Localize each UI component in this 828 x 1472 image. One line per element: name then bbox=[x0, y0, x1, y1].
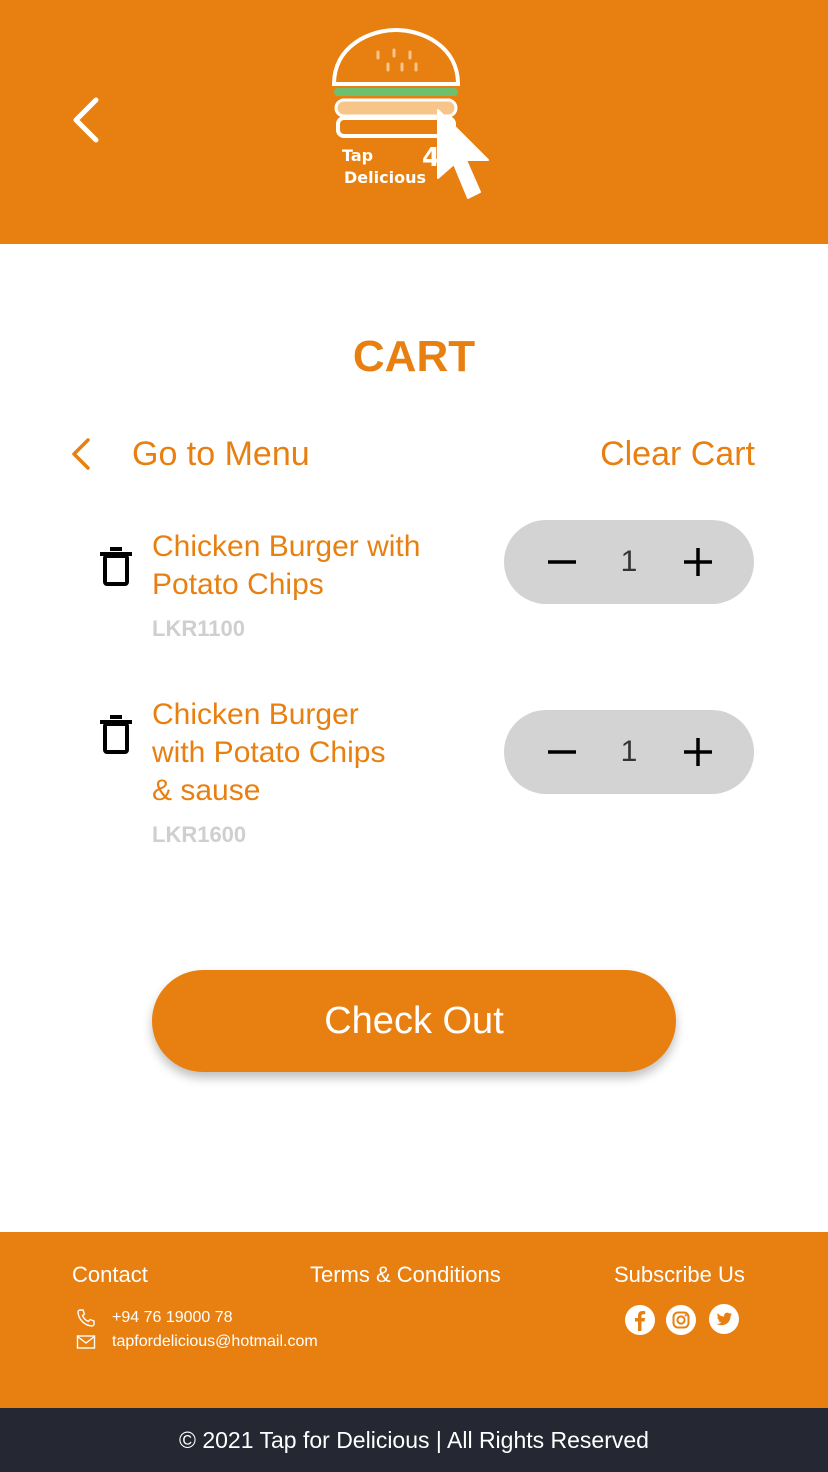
email-line: tapfordelicious@hotmail.com bbox=[76, 1332, 318, 1352]
page-title: CART bbox=[352, 332, 476, 381]
item-name-line: Chicken Burger with bbox=[152, 530, 421, 563]
plus-icon[interactable] bbox=[678, 542, 718, 582]
phone-icon bbox=[77, 1309, 95, 1327]
footer: Contact Terms & Conditions Subscribe Us … bbox=[0, 1232, 828, 1408]
go-to-menu-link[interactable]: Go to Menu bbox=[66, 430, 310, 478]
checkout-button[interactable]: Check Out bbox=[152, 970, 676, 1072]
chevron-left-icon bbox=[72, 438, 90, 470]
quantity-value: 1 bbox=[620, 735, 638, 768]
trash-icon bbox=[100, 715, 132, 754]
quantity-stepper: 1 bbox=[504, 710, 754, 794]
twitter-link[interactable] bbox=[708, 1303, 740, 1335]
phone-number: +94 76 19000 78 bbox=[112, 1309, 233, 1326]
app-logo: 4 Tap Delicious bbox=[326, 26, 506, 206]
twitter-icon bbox=[709, 1304, 739, 1334]
item-name-line: & sause bbox=[152, 774, 261, 807]
cart-page: 4 Tap Delicious CART Go to Menu Clear Ca… bbox=[0, 0, 828, 1472]
email-address: tapfordelicious@hotmail.com bbox=[112, 1333, 318, 1350]
quantity-stepper: 1 bbox=[504, 520, 754, 604]
instagram-link[interactable] bbox=[665, 1304, 697, 1336]
trash-icon bbox=[100, 547, 132, 586]
copyright-bar: © 2021 Tap for Delicious | All Rights Re… bbox=[0, 1408, 828, 1472]
quantity-value: 1 bbox=[620, 545, 638, 578]
delete-item-button[interactable] bbox=[96, 714, 136, 754]
facebook-link[interactable] bbox=[624, 1304, 656, 1336]
delete-item-button[interactable] bbox=[96, 546, 136, 586]
item-name-line: with Potato Chips bbox=[152, 736, 386, 769]
phone-line: +94 76 19000 78 bbox=[76, 1308, 233, 1328]
instagram-icon bbox=[666, 1305, 696, 1335]
facebook-icon bbox=[625, 1305, 655, 1335]
item-price: LKR1100 bbox=[152, 616, 245, 641]
logo-text-delicious: Delicious bbox=[344, 168, 426, 187]
minus-icon[interactable] bbox=[542, 732, 582, 772]
item-name-line: Potato Chips bbox=[152, 568, 324, 601]
contact-heading: Contact bbox=[72, 1262, 148, 1287]
terms-link[interactable]: Terms & Conditions bbox=[310, 1262, 501, 1288]
minus-icon[interactable] bbox=[542, 542, 582, 582]
item-name: Chicken Burger with Potato Chips bbox=[152, 528, 420, 604]
item-name: Chicken Burger with Potato Chips & sause bbox=[152, 696, 385, 810]
app-header: 4 Tap Delicious bbox=[0, 0, 828, 244]
chevron-left-icon bbox=[73, 97, 99, 143]
go-to-menu-label: Go to Menu bbox=[132, 434, 310, 473]
item-name-line: Chicken Burger bbox=[152, 698, 359, 731]
plus-icon[interactable] bbox=[678, 732, 718, 772]
back-button[interactable] bbox=[66, 96, 110, 144]
item-price: LKR1600 bbox=[152, 822, 247, 847]
logo-text-tap: Tap bbox=[342, 146, 374, 165]
clear-cart-button[interactable]: Clear Cart bbox=[600, 430, 755, 478]
mail-icon bbox=[76, 1335, 96, 1349]
subscribe-heading: Subscribe Us bbox=[614, 1262, 745, 1287]
